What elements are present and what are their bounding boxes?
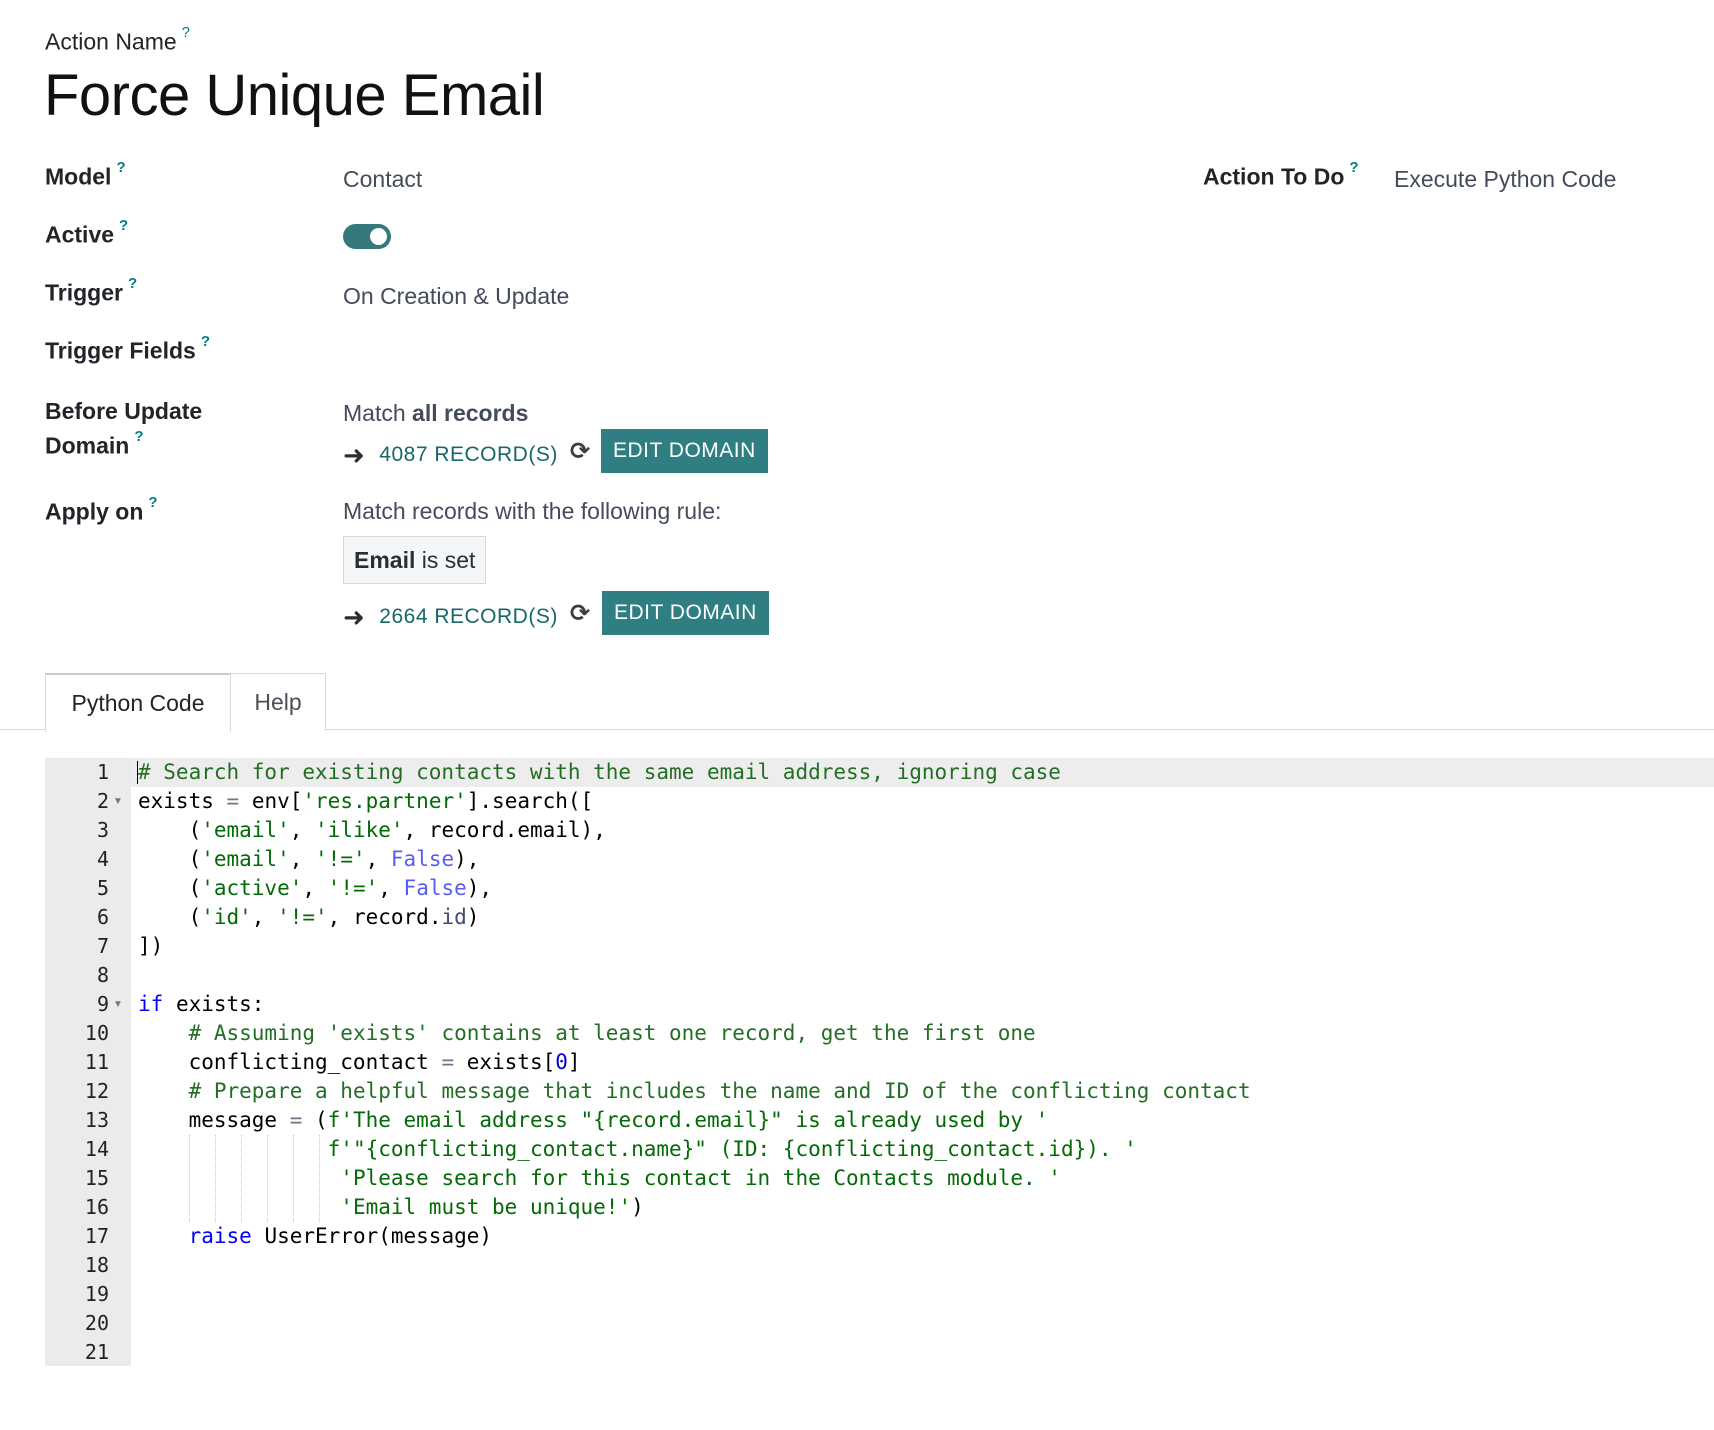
before-update-domain-label-line2: Domain xyxy=(45,432,130,459)
model-label-text: Model xyxy=(45,163,112,190)
line-number: 3 xyxy=(96,818,109,842)
help-marker[interactable]: ? xyxy=(148,494,157,511)
apply-on-label-text: Apply on xyxy=(45,498,144,525)
trigger-label: Trigger? xyxy=(45,275,137,307)
active-toggle[interactable] xyxy=(343,224,391,249)
code-line[interactable]: ('active', '!=', False), xyxy=(138,874,493,903)
active-label-text: Active xyxy=(45,221,115,248)
code-line[interactable]: ('email', '!=', False), xyxy=(138,845,480,874)
trigger-fields-label-text: Trigger Fields xyxy=(45,337,196,364)
line-number: 2 xyxy=(96,789,109,813)
fold-arrow-icon[interactable]: ▼ xyxy=(113,990,125,1019)
code-line[interactable]: 'Please search for this contact in the C… xyxy=(138,1164,1061,1193)
model-label: Model? xyxy=(45,159,126,191)
help-marker[interactable]: ? xyxy=(134,428,143,445)
line-number: 20 xyxy=(84,1311,109,1335)
code-line[interactable]: # Search for existing contacts with the … xyxy=(138,758,1061,787)
page-title[interactable]: Force Unique Email xyxy=(44,62,545,129)
line-number: 8 xyxy=(96,963,109,987)
rule-operator: is set xyxy=(421,547,476,573)
trigger-fields-input[interactable] xyxy=(343,341,843,369)
line-number: 17 xyxy=(84,1224,109,1248)
action-to-do-label: Action To Do? xyxy=(1203,159,1359,191)
arrow-right-icon: ➜ xyxy=(343,439,366,470)
code-line[interactable]: # Prepare a helpful message that include… xyxy=(138,1077,1251,1106)
code-editor[interactable]: 1 2 3 4 5 6 7 8 9 10 11 12 13 14 15 16 1… xyxy=(45,758,1714,1366)
line-number: 19 xyxy=(84,1282,109,1306)
trigger-label-text: Trigger xyxy=(45,279,123,306)
fold-arrow-icon[interactable]: ▼ xyxy=(113,787,125,816)
code-line[interactable]: ('email', 'ilike', record.email), xyxy=(138,816,606,845)
tab-python-code[interactable]: Python Code xyxy=(45,673,231,732)
before-update-records-count: 4087 RECORD(S) xyxy=(379,443,558,466)
code-line[interactable]: ('id', '!=', record.id) xyxy=(138,903,480,932)
line-number: 18 xyxy=(84,1253,109,1277)
tab-help[interactable]: Help xyxy=(230,673,326,730)
action-to-do-value[interactable]: Execute Python Code xyxy=(1394,166,1616,193)
line-number: 9 xyxy=(96,992,109,1016)
action-name-label-text: Action Name xyxy=(45,28,177,55)
edit-domain-button[interactable]: EDIT DOMAIN xyxy=(602,591,769,635)
line-number: 12 xyxy=(84,1079,109,1103)
line-number: 16 xyxy=(84,1195,109,1219)
match-bold: all records xyxy=(412,400,529,426)
help-marker[interactable]: ? xyxy=(128,275,137,292)
apply-on-records-count: 2664 RECORD(S) xyxy=(379,605,558,628)
code-line[interactable]: 'Email must be unique!') xyxy=(138,1193,643,1222)
help-marker[interactable]: ? xyxy=(119,217,128,234)
model-value[interactable]: Contact xyxy=(343,166,422,193)
line-number: 4 xyxy=(96,847,109,871)
line-number: 13 xyxy=(84,1108,109,1132)
apply-on-label: Apply on? xyxy=(45,494,158,526)
line-number: 11 xyxy=(84,1050,109,1074)
line-number: 6 xyxy=(96,905,109,929)
before-update-records-link[interactable]: ➜ 4087 RECORD(S) xyxy=(343,435,558,475)
help-marker[interactable]: ? xyxy=(1349,159,1358,176)
code-line[interactable]: # Assuming 'exists' contains at least on… xyxy=(138,1019,1036,1048)
line-number: 7 xyxy=(96,934,109,958)
code-line[interactable]: raise UserError(message) xyxy=(138,1222,492,1251)
apply-on-records-link[interactable]: ➜ 2664 RECORD(S) xyxy=(343,597,558,637)
help-marker[interactable]: ? xyxy=(201,333,210,350)
line-number: 21 xyxy=(84,1340,109,1364)
line-number: 1 xyxy=(96,760,109,784)
rule-field: Email xyxy=(354,547,416,573)
line-number: 5 xyxy=(96,876,109,900)
code-line[interactable]: conflicting_contact = exists[0] xyxy=(138,1048,581,1077)
before-update-domain-label-line1: Before Update xyxy=(45,398,203,424)
edit-domain-button[interactable]: EDIT DOMAIN xyxy=(601,429,768,473)
code-line[interactable]: f'"{conflicting_contact.name}" (ID: {con… xyxy=(138,1135,1137,1164)
refresh-icon[interactable]: ⟳ xyxy=(570,437,590,466)
match-prefix: Match xyxy=(343,400,406,426)
action-to-do-label-text: Action To Do xyxy=(1203,163,1345,190)
domain-rule-pill[interactable]: Email is set xyxy=(343,536,487,584)
arrow-right-icon: ➜ xyxy=(343,601,366,632)
trigger-value[interactable]: On Creation & Update xyxy=(343,283,569,310)
code-line[interactable]: ]) xyxy=(138,932,163,961)
action-name-label: Action Name? xyxy=(45,24,190,56)
help-marker[interactable]: ? xyxy=(182,24,190,41)
toggle-knob xyxy=(370,228,387,245)
code-line[interactable]: message = (f'The email address "{record.… xyxy=(138,1106,1049,1135)
line-number: 10 xyxy=(84,1021,109,1045)
active-label: Active? xyxy=(45,217,128,249)
code-line[interactable]: if exists: xyxy=(138,990,264,1019)
refresh-icon[interactable]: ⟳ xyxy=(570,599,590,628)
apply-on-match-text: Match records with the following rule: xyxy=(343,498,722,524)
line-number: 15 xyxy=(84,1166,109,1190)
help-marker[interactable]: ? xyxy=(116,159,125,176)
before-update-match-text: Match all records xyxy=(343,400,528,427)
before-update-domain-label: Before Update Domain? xyxy=(45,398,202,460)
line-number: 14 xyxy=(84,1137,109,1161)
trigger-fields-label: Trigger Fields? xyxy=(45,333,210,365)
code-line[interactable]: exists = env['res.partner'].search([ xyxy=(138,787,593,816)
